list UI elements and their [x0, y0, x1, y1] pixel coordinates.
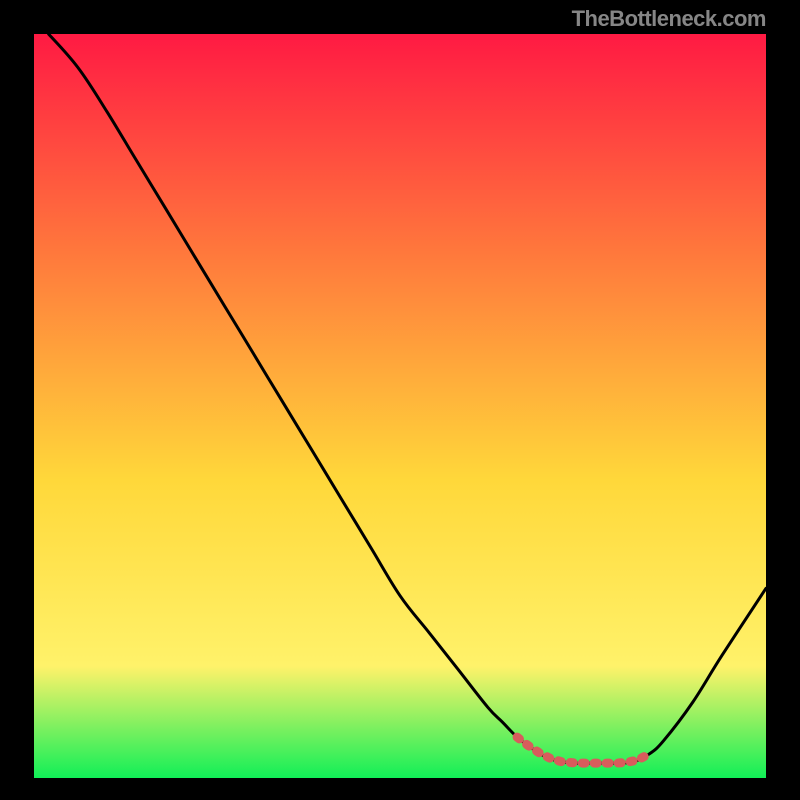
chart-frame: TheBottleneck.com [0, 0, 800, 800]
chart-plot-area [34, 34, 766, 778]
gradient-background [34, 34, 766, 778]
chart-svg [34, 34, 766, 778]
watermark-text: TheBottleneck.com [572, 6, 766, 32]
